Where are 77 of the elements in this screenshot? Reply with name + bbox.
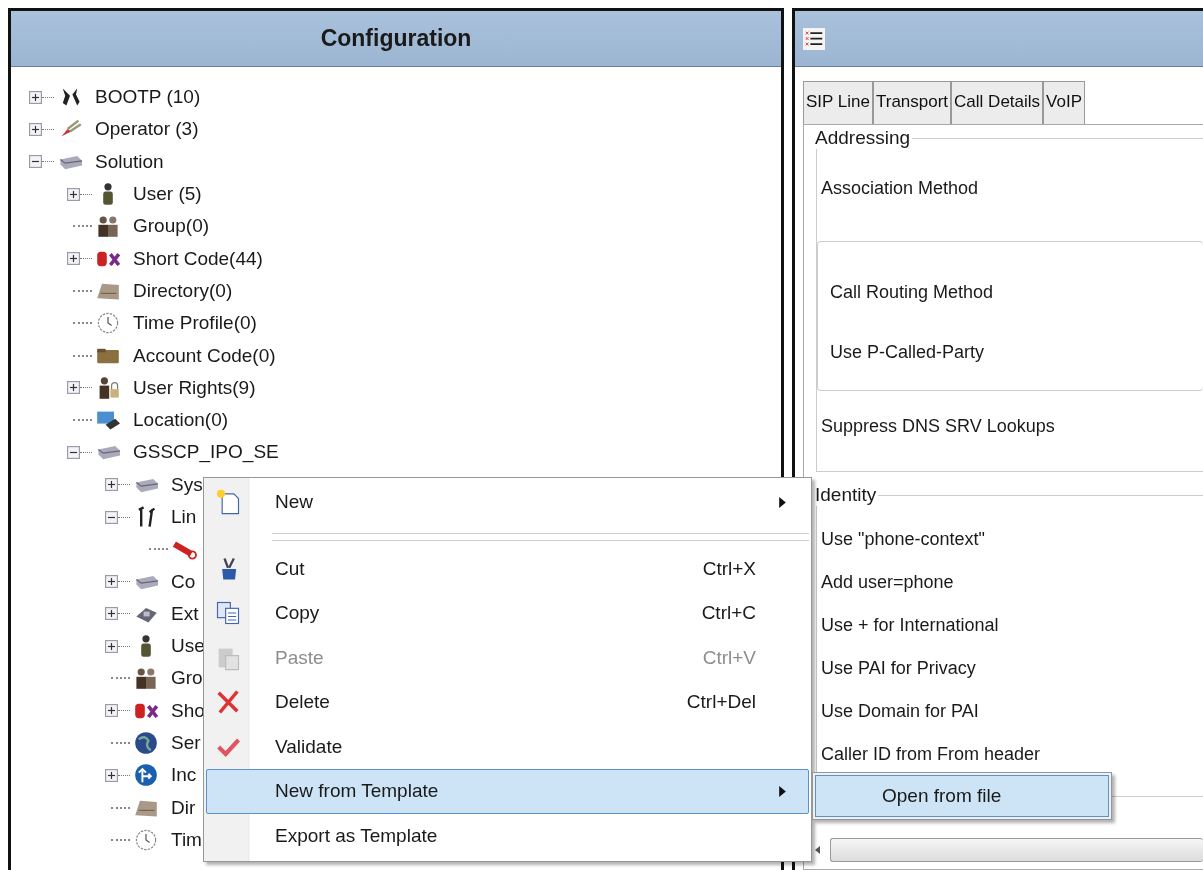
shortcut-text: Ctrl+Del xyxy=(686,691,756,714)
field-label: Use P-Called-Party xyxy=(829,341,986,364)
scroll-left-icon[interactable] xyxy=(814,845,822,855)
clock-icon xyxy=(133,827,159,852)
field-label: Use Domain for PAI xyxy=(820,700,980,723)
shortcut-text: Ctrl+C xyxy=(701,602,756,625)
submenu-arrow-icon xyxy=(779,785,786,797)
tree-item[interactable]: Sho xyxy=(171,699,205,722)
expander-icon[interactable] xyxy=(105,575,118,589)
menu-item[interactable]: New xyxy=(206,480,809,525)
field-label: Suppress DNS SRV Lookups xyxy=(820,415,1056,438)
new-document-icon xyxy=(214,488,242,517)
tree-item[interactable]: Inc xyxy=(171,764,197,787)
tree-item[interactable]: Operator (3) xyxy=(95,118,199,141)
menu-item[interactable]: Copy Ctrl+C xyxy=(206,591,809,636)
tree-item[interactable]: Location(0) xyxy=(133,409,229,432)
menu-item[interactable]: Export as Template xyxy=(206,813,809,858)
tab[interactable]: Transport xyxy=(872,81,952,124)
group-title: Identity xyxy=(814,484,878,506)
group-title: Addressing xyxy=(814,127,912,149)
tree-item[interactable]: Sys xyxy=(171,473,203,496)
tree-item[interactable]: Ext xyxy=(171,602,199,625)
tree-item[interactable]: Use xyxy=(171,635,205,658)
menu-item[interactable]: New from Template xyxy=(206,769,809,814)
tree-item[interactable]: User Rights(9) xyxy=(133,376,256,399)
expander-icon[interactable] xyxy=(29,155,42,169)
submenu-arrow-icon xyxy=(779,496,786,508)
field-label: Use PAI for Privacy xyxy=(820,657,977,680)
tree-item[interactable]: Solution xyxy=(95,150,164,173)
menu-item[interactable]: Validate xyxy=(206,724,809,769)
tree-item[interactable]: Account Code(0) xyxy=(133,344,276,367)
list-icon[interactable] xyxy=(803,25,825,52)
tab[interactable]: Call Details xyxy=(951,81,1044,124)
tree-item[interactable]: Co xyxy=(171,570,196,593)
shortcut-text: Ctrl+V xyxy=(702,646,756,669)
people-icon xyxy=(133,666,159,691)
field-label: Caller ID from From header xyxy=(820,743,1042,766)
menu-item[interactable]: Delete Ctrl+Del xyxy=(206,680,809,725)
expander-icon[interactable] xyxy=(67,445,80,459)
tree-item[interactable]: Lin xyxy=(171,506,197,528)
tree-item[interactable]: Time Profile(0) xyxy=(133,312,257,335)
expander-icon[interactable] xyxy=(67,252,80,266)
expander-icon[interactable] xyxy=(105,768,118,782)
people-icon xyxy=(95,214,121,239)
panel-title: Configuration xyxy=(320,25,472,52)
menu-item[interactable]: Cut Ctrl+X xyxy=(206,546,809,591)
tree-item[interactable]: Ser xyxy=(171,732,201,755)
shortcut-text: Ctrl+X xyxy=(702,557,756,580)
expander-icon[interactable] xyxy=(105,639,118,653)
field-label: Association Method xyxy=(820,177,980,200)
field-label: Use "phone-context" xyxy=(820,528,986,551)
expander-icon[interactable] xyxy=(105,510,118,524)
tree-item[interactable]: Gro xyxy=(171,667,203,690)
tree-item[interactable]: User (5) xyxy=(133,183,202,206)
tree-item[interactable]: BOOTP (10) xyxy=(95,86,201,109)
menu-item[interactable]: Open from file xyxy=(815,775,1109,817)
tree-item[interactable]: Tim xyxy=(171,828,202,851)
globe-icon xyxy=(133,731,159,756)
expander-icon[interactable] xyxy=(105,704,118,718)
field-label: Add user=phone xyxy=(820,571,955,594)
route-sign-icon xyxy=(133,763,159,788)
field-label: Call Routing Method xyxy=(829,281,995,304)
expander-icon[interactable] xyxy=(105,607,118,621)
expander-icon[interactable] xyxy=(29,90,42,104)
tree-item[interactable]: Directory(0) xyxy=(133,279,233,302)
tab[interactable]: VoIP xyxy=(1043,81,1085,124)
tab[interactable]: SIP Line xyxy=(803,81,873,124)
tree-item[interactable]: Dir xyxy=(171,796,196,819)
clock-icon xyxy=(95,311,121,336)
tree-item[interactable]: Short Code(44) xyxy=(133,247,263,270)
tree-item[interactable]: GSSCP_IPO_SE xyxy=(133,441,279,464)
tree-item[interactable]: Group(0) xyxy=(133,215,210,238)
expander-icon[interactable] xyxy=(67,381,80,395)
expander-icon[interactable] xyxy=(67,187,80,201)
expander-icon[interactable] xyxy=(29,122,42,136)
expander-icon[interactable] xyxy=(105,478,118,492)
field-label: Use + for International xyxy=(820,614,1000,637)
